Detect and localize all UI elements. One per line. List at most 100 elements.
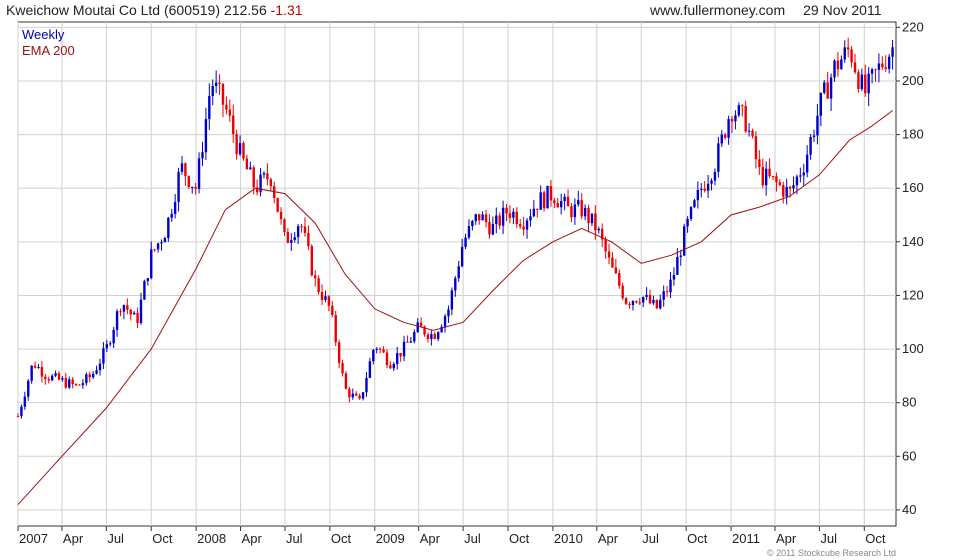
candle-body xyxy=(829,77,833,99)
candle-body xyxy=(751,130,754,137)
candle-body xyxy=(672,274,676,280)
candle-body xyxy=(478,214,481,221)
candle-body xyxy=(443,316,447,327)
candle-body xyxy=(358,395,361,399)
candle-body xyxy=(368,361,372,378)
candle-body xyxy=(689,207,693,219)
candle-body xyxy=(433,334,436,339)
candle-body xyxy=(27,380,30,397)
candle-body xyxy=(860,74,864,89)
candle-body xyxy=(498,215,501,226)
candle-body xyxy=(641,297,645,303)
x-axis: 2007 Apr Jul Oct 2008 Apr Jul Oct 2009 Apr Jul Oct 2… xyxy=(17,526,886,546)
x-tick-label: Oct xyxy=(865,531,886,546)
candle-body xyxy=(809,137,812,155)
candle-body xyxy=(519,224,522,227)
price-chart: 40 60 80 100 120 140 160 180 200 220 2007 Apr Jul Oc… xyxy=(16,19,924,546)
candle-body xyxy=(286,232,290,243)
candle-body xyxy=(208,95,211,120)
x-tick-label: Apr xyxy=(598,531,619,546)
candle-body xyxy=(747,130,751,132)
candle-body xyxy=(467,226,471,238)
candle-body xyxy=(139,299,143,323)
candle-body xyxy=(887,56,891,69)
candle-body xyxy=(805,154,809,173)
candle-body xyxy=(618,273,621,286)
candle-body xyxy=(703,188,706,191)
candle-body xyxy=(238,143,242,155)
candle-body xyxy=(450,290,454,310)
candle-body xyxy=(700,188,703,191)
candle-body xyxy=(54,373,57,376)
candle-body xyxy=(156,243,160,250)
candle-body xyxy=(109,343,112,345)
candle-body xyxy=(577,200,580,205)
candle-body xyxy=(590,213,594,224)
candle-body xyxy=(81,383,85,386)
candle-body xyxy=(115,311,119,330)
candle-body xyxy=(293,237,296,240)
candle-body xyxy=(187,176,191,187)
candle-body xyxy=(812,135,816,138)
candle-body xyxy=(659,299,662,309)
y-tick-label: 120 xyxy=(902,287,924,302)
candle-body xyxy=(320,291,324,301)
candle-body xyxy=(802,172,805,176)
candle-body xyxy=(228,109,232,116)
candle-body xyxy=(679,255,682,257)
candle-body xyxy=(539,192,542,210)
candle-body xyxy=(361,392,365,399)
candle-body xyxy=(126,305,129,310)
candle-body xyxy=(788,186,792,189)
candle-body xyxy=(563,196,566,202)
candle-body xyxy=(136,312,139,323)
candle-body xyxy=(877,63,881,70)
candle-body xyxy=(795,176,799,186)
candle-body xyxy=(310,246,314,276)
x-tick-label: 2009 xyxy=(376,531,405,546)
candle-body xyxy=(44,376,47,380)
legend-ema: EMA 200 xyxy=(22,43,75,58)
candle-body xyxy=(857,72,860,89)
candle-body xyxy=(532,208,536,217)
candle-body xyxy=(129,309,132,315)
candle-body xyxy=(437,332,440,339)
candle-body xyxy=(351,393,355,398)
candle-body xyxy=(385,352,389,366)
candle-body xyxy=(525,220,529,230)
candle-body xyxy=(112,329,115,344)
candle-body xyxy=(823,82,826,93)
candle-body xyxy=(536,208,539,210)
candle-body xyxy=(819,92,823,116)
candle-body xyxy=(331,305,334,316)
candle-body xyxy=(399,353,402,357)
candle-body xyxy=(836,60,840,70)
candle-body xyxy=(710,180,713,184)
candle-body xyxy=(775,176,778,183)
candle-body xyxy=(720,134,723,144)
candle-body xyxy=(491,224,495,235)
candle-body xyxy=(764,168,768,186)
candle-body xyxy=(512,211,515,218)
candle-body xyxy=(488,221,491,235)
candle-body xyxy=(826,82,829,99)
candle-body xyxy=(594,213,597,231)
candle-body xyxy=(85,374,88,384)
candle-body xyxy=(300,226,303,228)
candle-body xyxy=(843,47,846,60)
candle-body xyxy=(184,163,187,177)
x-tick-label: Jul xyxy=(820,531,837,546)
candle-body xyxy=(430,334,433,340)
candle-body xyxy=(249,167,252,170)
candle-body xyxy=(580,200,583,217)
candle-body xyxy=(191,186,194,188)
x-tick-label: Oct xyxy=(331,531,352,546)
candle-body xyxy=(47,379,50,381)
candle-body xyxy=(269,179,273,187)
candle-body xyxy=(242,143,245,159)
candle-body xyxy=(754,136,758,160)
candle-body xyxy=(792,185,795,189)
candle-body xyxy=(867,73,870,94)
candle-body xyxy=(173,201,177,214)
candle-body xyxy=(840,59,843,70)
